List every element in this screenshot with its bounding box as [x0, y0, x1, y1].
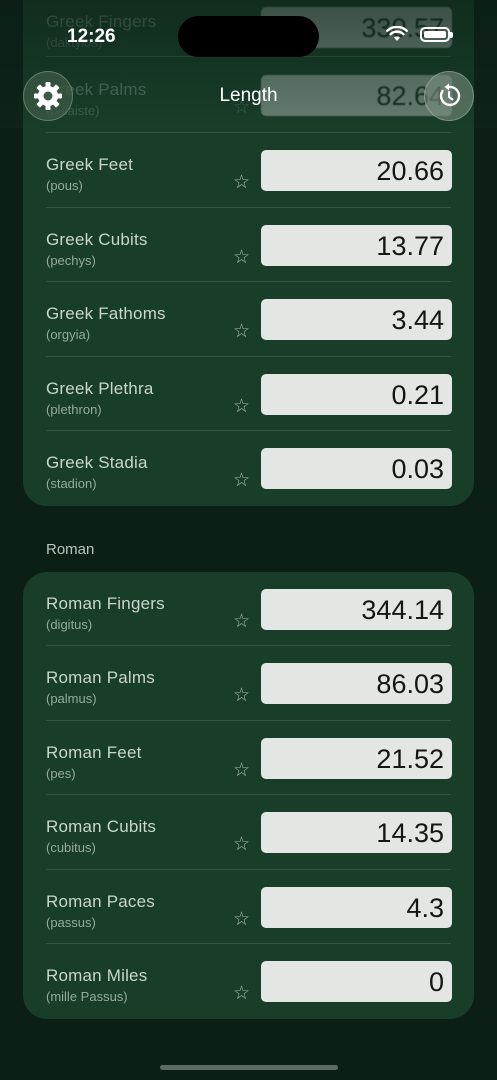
unit-value-field[interactable]: 0.21	[261, 374, 452, 415]
wifi-icon	[386, 26, 408, 41]
favorite-star-icon[interactable]: ☆	[233, 910, 250, 929]
divider	[46, 720, 451, 721]
favorite-star-icon[interactable]: ☆	[233, 248, 250, 267]
unit-row-roman-miles: Roman Miles (mille Passus) ☆ 0	[23, 961, 474, 1019]
unit-row-roman-paces: Roman Paces (passus) ☆ 4.3	[23, 887, 474, 962]
unit-value-field[interactable]: 3.44	[261, 299, 452, 340]
unit-name: Greek Feet	[46, 155, 134, 174]
roman-units-card: Roman Fingers (digitus) ☆ 344.14 Roman P…	[23, 572, 474, 1019]
unit-row-roman-palms: Roman Palms (palmus) ☆ 86.03	[23, 663, 474, 738]
unit-row-roman-feet: Roman Feet (pes) ☆ 21.52	[23, 738, 474, 813]
unit-subtitle: (pes)	[46, 766, 76, 781]
unit-row-greek-stadia: Greek Stadia (stadion) ☆ 0.03	[23, 448, 474, 506]
unit-name: Roman Feet	[46, 743, 142, 762]
greek-units-card: Greek Fingers (daktylos) ☆ 330.57 Greek …	[23, 0, 474, 506]
section-header-roman: Roman	[46, 541, 95, 558]
unit-value-field[interactable]: 21.52	[261, 738, 452, 779]
unit-name: Roman Miles	[46, 966, 148, 985]
status-time: 12:26	[67, 26, 116, 47]
favorite-star-icon[interactable]: ☆	[233, 471, 250, 490]
unit-subtitle: (cubitus)	[46, 840, 96, 855]
divider	[46, 430, 451, 431]
unit-row-greek-feet: Greek Feet (pous) ☆ 20.66	[23, 150, 474, 225]
divider	[46, 132, 451, 133]
favorite-star-icon[interactable]: ☆	[233, 761, 250, 780]
divider	[46, 869, 451, 870]
unit-row-roman-cubits: Roman Cubits (cubitus) ☆ 14.35	[23, 812, 474, 887]
home-indicator	[160, 1065, 338, 1070]
unit-name: Greek Fathoms	[46, 304, 166, 323]
unit-row-greek-fathoms: Greek Fathoms (orgyia) ☆ 3.44	[23, 299, 474, 374]
divider	[46, 356, 451, 357]
favorite-star-icon[interactable]: ☆	[233, 397, 250, 416]
unit-row-greek-cubits: Greek Cubits (pechys) ☆ 13.77	[23, 225, 474, 300]
unit-row-greek-plethra: Greek Plethra (plethron) ☆ 0.21	[23, 374, 474, 449]
favorite-star-icon[interactable]: ☆	[233, 612, 250, 631]
divider	[46, 281, 451, 282]
unit-value-field[interactable]: 344.14	[261, 589, 452, 630]
reset-icon	[439, 83, 461, 107]
unit-subtitle: (stadion)	[46, 476, 97, 491]
unit-name: Roman Fingers	[46, 594, 165, 613]
reset-button[interactable]	[424, 71, 474, 121]
unit-name: Greek Cubits	[46, 230, 148, 249]
battery-icon	[420, 26, 453, 42]
unit-subtitle: (digitus)	[46, 617, 93, 632]
unit-subtitle: (pous)	[46, 178, 83, 193]
favorite-star-icon[interactable]: ☆	[233, 322, 250, 341]
page-title: Length	[219, 85, 278, 106]
favorite-star-icon[interactable]: ☆	[233, 686, 250, 705]
favorite-star-icon[interactable]: ☆	[233, 835, 250, 854]
divider	[46, 943, 451, 944]
unit-subtitle: (mille Passus)	[46, 989, 128, 1004]
unit-row-roman-fingers: Roman Fingers (digitus) ☆ 344.14	[23, 589, 474, 664]
unit-value-field[interactable]: 13.77	[261, 225, 452, 266]
unit-name: Greek Stadia	[46, 453, 148, 472]
divider	[46, 645, 451, 646]
unit-subtitle: (passus)	[46, 915, 96, 930]
unit-name: Greek Plethra	[46, 379, 154, 398]
dynamic-island	[178, 16, 319, 57]
unit-subtitle: (plethron)	[46, 402, 102, 417]
unit-value-field[interactable]: 86.03	[261, 663, 452, 704]
favorite-star-icon[interactable]: ☆	[233, 984, 250, 1003]
unit-subtitle: (orgyia)	[46, 327, 91, 342]
unit-value-field[interactable]: 20.66	[261, 150, 452, 191]
divider	[46, 207, 451, 208]
unit-name: Roman Cubits	[46, 817, 157, 836]
unit-value-field[interactable]: 4.3	[261, 887, 452, 928]
unit-name: Roman Paces	[46, 892, 155, 911]
unit-value-field[interactable]: 0	[261, 961, 452, 1002]
unit-subtitle: (pechys)	[46, 253, 96, 268]
unit-value-field[interactable]: 0.03	[261, 448, 452, 489]
unit-value-field[interactable]: 14.35	[261, 812, 452, 853]
status-icons	[386, 26, 453, 42]
divider	[46, 794, 451, 795]
unit-name: Roman Palms	[46, 668, 155, 687]
favorite-star-icon[interactable]: ☆	[233, 173, 250, 192]
unit-subtitle: (palmus)	[46, 691, 97, 706]
